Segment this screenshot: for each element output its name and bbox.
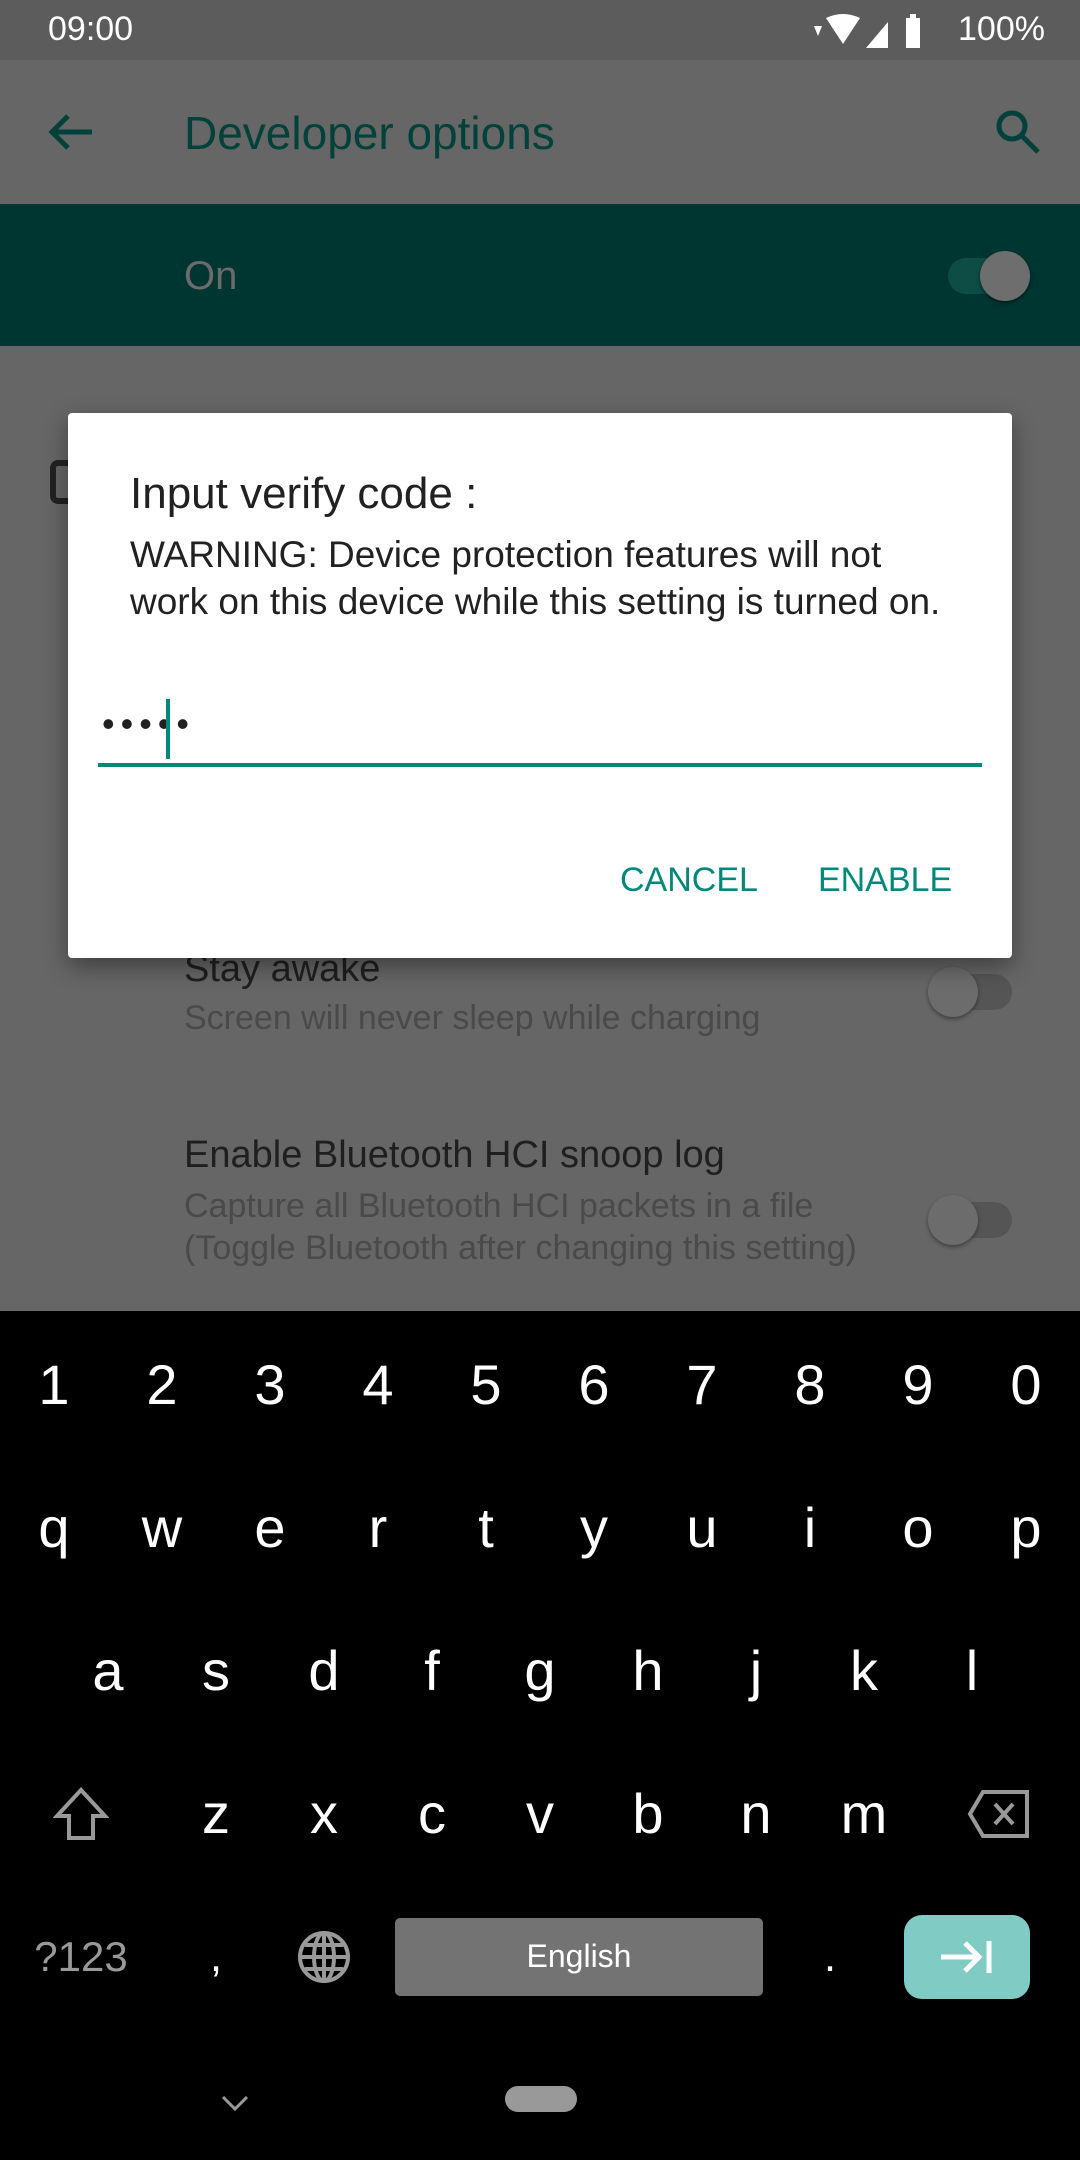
- key-0[interactable]: 0: [972, 1313, 1080, 1456]
- setting-icon: [50, 460, 70, 504]
- data-arrow-icon: [814, 26, 822, 36]
- key-f[interactable]: f: [378, 1599, 486, 1742]
- app-bar: Developer options: [0, 60, 1080, 204]
- master-switch-label: On: [184, 254, 238, 298]
- key-7[interactable]: 7: [648, 1313, 756, 1456]
- verify-code-input[interactable]: •••••: [98, 699, 982, 767]
- key-e[interactable]: e: [216, 1456, 324, 1599]
- key-b[interactable]: b: [594, 1742, 702, 1885]
- stay-awake-toggle[interactable]: [928, 967, 1012, 1017]
- key-l[interactable]: l: [918, 1599, 1026, 1742]
- shift-icon: [53, 1786, 109, 1840]
- bottom-row: ?123 , English .: [0, 1885, 1080, 2028]
- backspace-icon: [967, 1789, 1029, 1838]
- key-q[interactable]: q: [0, 1456, 108, 1599]
- shift-key[interactable]: [0, 1742, 162, 1885]
- period-key[interactable]: .: [776, 1885, 884, 2028]
- input-value: •••••: [102, 703, 196, 744]
- arrow-left-icon[interactable]: [46, 110, 96, 154]
- space-bar[interactable]: English: [395, 1917, 763, 1996]
- key-n[interactable]: n: [702, 1742, 810, 1885]
- key-4[interactable]: 4: [324, 1313, 432, 1456]
- key-y[interactable]: y: [540, 1456, 648, 1599]
- clock: 09:00: [48, 10, 134, 48]
- text-cursor: [166, 699, 170, 759]
- asdf-row: asdfghjkl: [0, 1599, 1080, 1742]
- key-5[interactable]: 5: [432, 1313, 540, 1456]
- key-i[interactable]: i: [756, 1456, 864, 1599]
- hide-keyboard-icon[interactable]: [220, 2093, 250, 2113]
- network-icons: [814, 14, 920, 48]
- key-2[interactable]: 2: [108, 1313, 216, 1456]
- key-z[interactable]: z: [162, 1742, 270, 1885]
- master-toggle[interactable]: [948, 251, 1030, 301]
- comma-key[interactable]: ,: [162, 1885, 270, 2028]
- page-title: Developer options: [184, 107, 555, 159]
- key-a[interactable]: a: [54, 1599, 162, 1742]
- qwerty-row: qwertyuiop: [0, 1456, 1080, 1599]
- symbols-key[interactable]: ?123: [0, 1885, 162, 2028]
- backspace-key[interactable]: [918, 1742, 1080, 1885]
- key-m[interactable]: m: [810, 1742, 918, 1885]
- language-key[interactable]: [270, 1885, 378, 2028]
- enter-key[interactable]: [904, 1914, 1030, 1999]
- key-p[interactable]: p: [972, 1456, 1080, 1599]
- key-g[interactable]: g: [486, 1599, 594, 1742]
- battery-percent: 100%: [958, 10, 1045, 48]
- setting-subtitle: Capture all Bluetooth HCI packets in a f…: [184, 1187, 857, 1267]
- key-h[interactable]: h: [594, 1599, 702, 1742]
- search-icon[interactable]: [994, 108, 1042, 156]
- dialog-title: Input verify code :: [130, 469, 478, 518]
- tab-next-icon: [941, 1940, 992, 1973]
- keyboard: 1234567890 qwertyuiop asdfghjkl zxcvbnm …: [0, 1311, 1080, 2160]
- key-j[interactable]: j: [702, 1599, 810, 1742]
- key-t[interactable]: t: [432, 1456, 540, 1599]
- key-x[interactable]: x: [270, 1742, 378, 1885]
- key-u[interactable]: u: [648, 1456, 756, 1599]
- key-s[interactable]: s: [162, 1599, 270, 1742]
- verify-code-dialog: Input verify code : WARNING: Device prot…: [68, 413, 1012, 958]
- setting-bt-snoop[interactable]: Enable Bluetooth HCI snoop log Capture a…: [184, 1134, 864, 1311]
- key-c[interactable]: c: [378, 1742, 486, 1885]
- setting-title: Enable Bluetooth HCI snoop log: [184, 1134, 725, 1176]
- key-1[interactable]: 1: [0, 1313, 108, 1456]
- key-8[interactable]: 8: [756, 1313, 864, 1456]
- number-row: 1234567890: [0, 1313, 1080, 1456]
- status-bar: 09:00 100%: [0, 0, 1080, 60]
- key-o[interactable]: o: [864, 1456, 972, 1599]
- key-3[interactable]: 3: [216, 1313, 324, 1456]
- home-handle[interactable]: [505, 2086, 577, 2112]
- battery-icon: [906, 18, 920, 48]
- key-k[interactable]: k: [810, 1599, 918, 1742]
- signal-icon: [866, 22, 888, 48]
- master-switch-row[interactable]: On: [0, 204, 1080, 346]
- setting-subtitle: Screen will never sleep while charging: [184, 999, 761, 1037]
- key-d[interactable]: d: [270, 1599, 378, 1742]
- dialog-message: WARNING: Device protection features will…: [130, 534, 941, 622]
- key-6[interactable]: 6: [540, 1313, 648, 1456]
- key-w[interactable]: w: [108, 1456, 216, 1599]
- key-r[interactable]: r: [324, 1456, 432, 1599]
- bt-snoop-toggle[interactable]: [928, 1195, 1012, 1245]
- setting-stay-awake[interactable]: Stay awake Screen will never sleep while…: [184, 948, 884, 1039]
- enable-button[interactable]: ENABLE: [818, 861, 952, 900]
- globe-icon: [298, 1930, 350, 1983]
- wifi-icon: [826, 14, 860, 44]
- key-9[interactable]: 9: [864, 1313, 972, 1456]
- cancel-button[interactable]: CANCEL: [620, 861, 758, 900]
- key-v[interactable]: v: [486, 1742, 594, 1885]
- zxcv-row: zxcvbnm: [0, 1742, 1080, 1885]
